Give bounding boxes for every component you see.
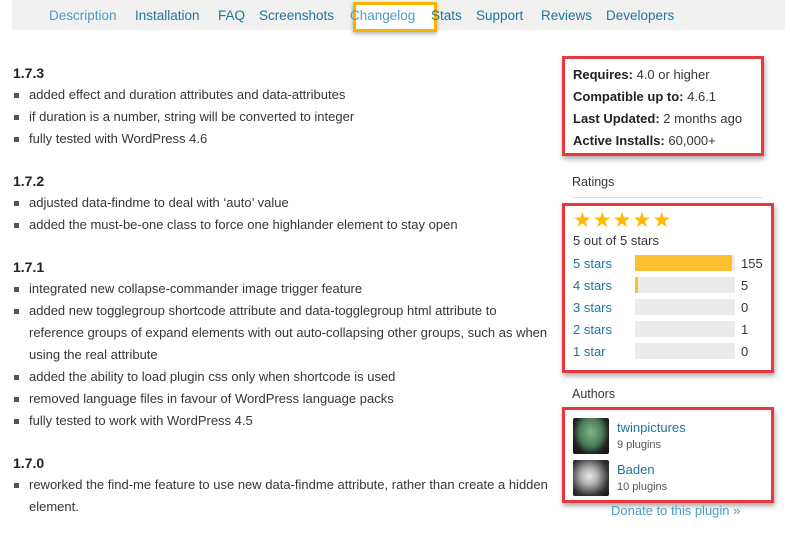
changelog-section: 1.7.3 added effect and duration attribut… (13, 62, 548, 150)
active-installs-row: Active Installs: 60,000+ (573, 130, 753, 152)
rating-row-3: 3 stars 0 (573, 296, 763, 318)
star-rating: ★ ★ ★ ★ ★ (573, 210, 763, 232)
changelog-list: added effect and duration attributes and… (13, 84, 548, 150)
tab-faq[interactable]: FAQ (218, 8, 245, 23)
rating-bar (635, 343, 735, 359)
rating-link-2-stars[interactable]: 2 stars (573, 322, 635, 337)
tab-installation[interactable]: Installation (135, 8, 200, 23)
author-plugin-count: 10 plugins (617, 481, 668, 493)
changelog-entry: adjusted data-findme to deal with ‘auto’… (13, 192, 548, 214)
changelog-entry: integrated new collapse-commander image … (13, 278, 548, 300)
changelog-section: 1.7.2 adjusted data-findme to deal with … (13, 170, 548, 236)
changelog-section: 1.7.1 integrated new collapse-commander … (13, 256, 548, 432)
changelog-entry: removed language files in favour of Word… (13, 388, 548, 410)
rating-count: 5 (741, 277, 749, 293)
star-icon: ★ (652, 209, 672, 232)
requires-row: Requires: 4.0 or higher (573, 64, 753, 86)
tab-description[interactable]: Description (49, 8, 117, 23)
changelog-entry: added the ability to load plugin css onl… (13, 366, 548, 388)
rating-row-1: 1 star 0 (573, 340, 763, 362)
author-avatar[interactable] (573, 418, 609, 454)
rating-link-3-stars[interactable]: 3 stars (573, 300, 635, 315)
rating-bar (635, 321, 735, 337)
changelog-entry: added effect and duration attributes and… (13, 84, 548, 106)
rating-row-2: 2 stars 1 (573, 318, 763, 340)
changelog-section: 1.7.0 reworked the find-me feature to us… (13, 452, 548, 518)
changelog-list: integrated new collapse-commander image … (13, 278, 548, 432)
active-installs-value: 60,000+ (668, 133, 716, 148)
star-icon: ★ (612, 209, 632, 232)
tab-developers[interactable]: Developers (606, 8, 674, 23)
rating-link-1-star[interactable]: 1 star (573, 344, 635, 359)
star-icon: ★ (592, 209, 612, 232)
author-plugin-count: 9 plugins (617, 439, 662, 451)
star-icon: ★ (573, 209, 592, 232)
version-heading: 1.7.2 (13, 173, 45, 189)
authors-box: twinpictures 9 plugins Baden 10 plugins (562, 407, 774, 503)
changelog-entry: added new togglegroup shortcode attribut… (13, 300, 548, 366)
compatible-value: 4.6.1 (687, 89, 717, 104)
ratings-heading: Ratings (572, 175, 615, 189)
tab-support[interactable]: Support (476, 8, 523, 23)
changelog-entry: reworked the find-me feature to use new … (13, 474, 548, 518)
last-updated-label: Last Updated: (573, 111, 660, 126)
plugin-meta-box: Requires: 4.0 or higher Compatible up to… (562, 56, 764, 156)
last-updated-row: Last Updated: 2 months ago (573, 108, 753, 130)
tab-stats[interactable]: Stats (431, 8, 462, 23)
rating-count: 0 (741, 299, 749, 315)
requires-value: 4.0 or higher (636, 67, 710, 82)
changelog-content: 1.7.3 added effect and duration attribut… (13, 62, 548, 538)
version-heading: 1.7.0 (13, 455, 45, 471)
rating-count: 0 (741, 343, 749, 359)
tab-screenshots[interactable]: Screenshots (259, 8, 334, 23)
compatible-label: Compatible up to: (573, 89, 684, 104)
rating-bar-fill (635, 255, 732, 271)
rating-count: 1 (741, 321, 749, 337)
rating-bar (635, 299, 735, 315)
tab-changelog[interactable]: Changelog (350, 8, 415, 23)
star-icon: ★ (632, 209, 652, 232)
ratings-divider (572, 197, 762, 198)
changelog-entry: added the must-be-one class to force one… (13, 214, 548, 236)
rating-bar-fill (635, 277, 638, 293)
ratings-box: ★ ★ ★ ★ ★ 5 out of 5 stars 5 stars 155 4… (562, 203, 774, 373)
authors-heading: Authors (572, 387, 616, 401)
rating-count: 155 (741, 255, 763, 271)
author-item: Baden 10 plugins (573, 457, 763, 499)
last-updated-value: 2 months ago (663, 111, 743, 126)
author-name-link[interactable]: Baden (617, 461, 667, 479)
author-avatar[interactable] (573, 460, 609, 496)
author-name-link[interactable]: twinpictures (617, 419, 686, 437)
changelog-entry: fully tested to work with WordPress 4.5 (13, 410, 548, 432)
rating-row-4: 4 stars 5 (573, 274, 763, 296)
version-heading: 1.7.1 (13, 259, 45, 275)
plugin-tab-bar: Description Installation FAQ Screenshots… (12, 0, 785, 32)
changelog-list: reworked the find-me feature to use new … (13, 474, 548, 518)
compatible-row: Compatible up to: 4.6.1 (573, 86, 753, 108)
author-item: twinpictures 9 plugins (573, 415, 763, 457)
tab-reviews[interactable]: Reviews (541, 8, 592, 23)
changelog-entry: if duration is a number, string will be … (13, 106, 548, 128)
changelog-list: adjusted data-findme to deal with ‘auto’… (13, 192, 548, 236)
requires-label: Requires: (573, 67, 633, 82)
rating-row-5: 5 stars 155 (573, 252, 763, 274)
donate-link[interactable]: Donate to this plugin » (611, 503, 740, 518)
rating-link-4-stars[interactable]: 4 stars (573, 278, 635, 293)
rating-summary: 5 out of 5 stars (573, 233, 659, 248)
rating-bar (635, 255, 735, 271)
version-heading: 1.7.3 (13, 65, 45, 81)
rating-link-5-stars[interactable]: 5 stars (573, 256, 635, 271)
rating-bar (635, 277, 735, 293)
active-installs-label: Active Installs: (573, 133, 665, 148)
changelog-entry: fully tested with WordPress 4.6 (13, 128, 548, 150)
